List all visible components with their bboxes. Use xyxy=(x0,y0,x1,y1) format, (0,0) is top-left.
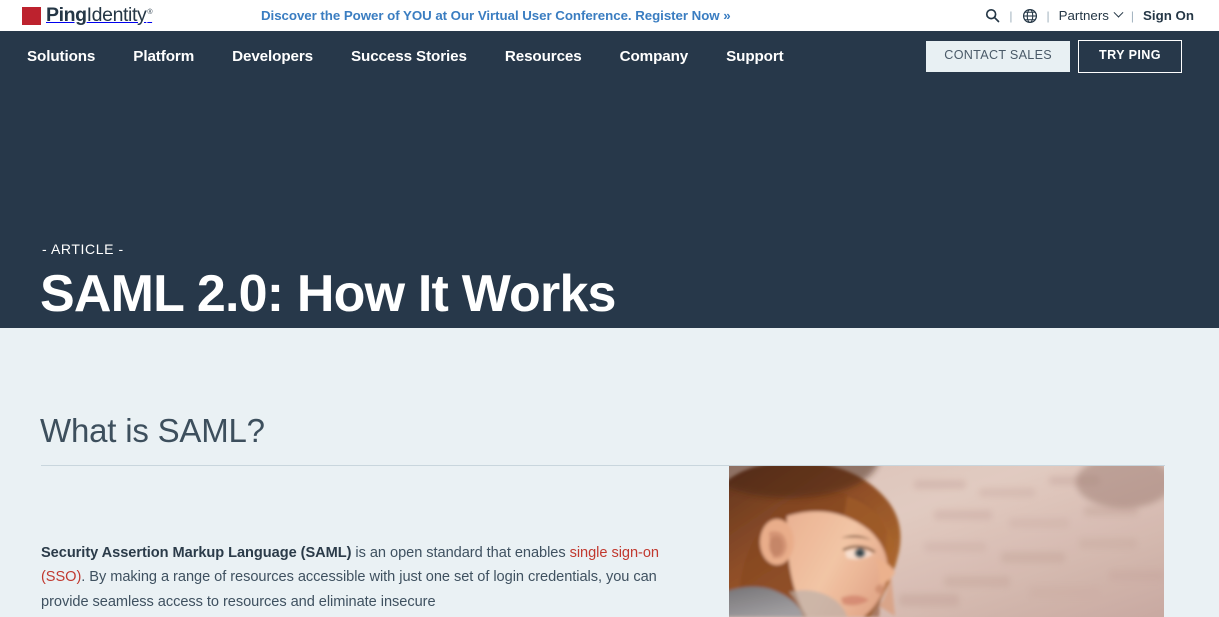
utility-nav: | | Partners | Sign On xyxy=(976,0,1203,31)
page-title: SAML 2.0: How It Works xyxy=(40,265,616,323)
sign-on-link[interactable]: Sign On xyxy=(1134,0,1203,31)
hero-banner: - ARTICLE - SAML 2.0: How It Works xyxy=(0,82,1219,328)
top-utility-bar: PingIdentity® Discover the Power of YOU … xyxy=(0,0,1219,31)
nav-item-resources[interactable]: Resources xyxy=(505,48,582,65)
nav-item-support[interactable]: Support xyxy=(726,48,784,65)
article-content: What is SAML? Security Assertion Markup … xyxy=(0,328,1219,617)
intro-paragraph: Security Assertion Markup Language (SAML… xyxy=(41,541,689,614)
ping-identity-logo[interactable]: PingIdentity® xyxy=(22,0,153,31)
hero-eyebrow: - ARTICLE - xyxy=(42,241,124,257)
nav-item-company[interactable]: Company xyxy=(620,48,689,65)
nav-item-developers[interactable]: Developers xyxy=(232,48,313,65)
logo-mark-icon xyxy=(22,6,41,25)
nav-item-success-stories[interactable]: Success Stories xyxy=(351,48,467,65)
woman-in-profile-photo xyxy=(729,466,1164,617)
contact-sales-button[interactable]: CONTACT SALES xyxy=(926,41,1071,72)
paragraph-part-1: is an open standard that enables xyxy=(351,545,570,561)
nav-cta-group: CONTACT SALES TRY PING xyxy=(926,31,1182,82)
language-button[interactable] xyxy=(1013,0,1047,31)
paragraph-lead-term: Security Assertion Markup Language (SAML… xyxy=(41,545,352,561)
paragraph-part-2: . By making a range of resources accessi… xyxy=(41,569,657,610)
search-icon xyxy=(986,8,1000,23)
logo-trademark: ® xyxy=(147,8,153,16)
logo-word-identity: Identity xyxy=(86,3,147,26)
article-photo xyxy=(729,466,1164,617)
section-heading: What is SAML? xyxy=(40,412,265,449)
nav-item-platform[interactable]: Platform xyxy=(133,48,194,65)
logo-word-ping: Ping xyxy=(46,3,87,26)
partners-menu[interactable]: Partners xyxy=(1050,0,1131,31)
main-nav-items: Solutions Platform Developers Success St… xyxy=(27,48,822,65)
search-button[interactable] xyxy=(976,0,1009,31)
try-ping-button[interactable]: TRY PING xyxy=(1078,40,1182,73)
article-body-column: Security Assertion Markup Language (SAML… xyxy=(41,541,689,614)
partners-label: Partners xyxy=(1058,8,1109,23)
main-navigation: Solutions Platform Developers Success St… xyxy=(0,31,1219,82)
chevron-down-icon xyxy=(1113,7,1124,18)
logo-wordmark: PingIdentity® xyxy=(46,3,153,26)
globe-icon xyxy=(1022,8,1037,23)
announcement-link[interactable]: Discover the Power of YOU at Our Virtual… xyxy=(261,0,731,31)
nav-item-solutions[interactable]: Solutions xyxy=(27,48,95,65)
